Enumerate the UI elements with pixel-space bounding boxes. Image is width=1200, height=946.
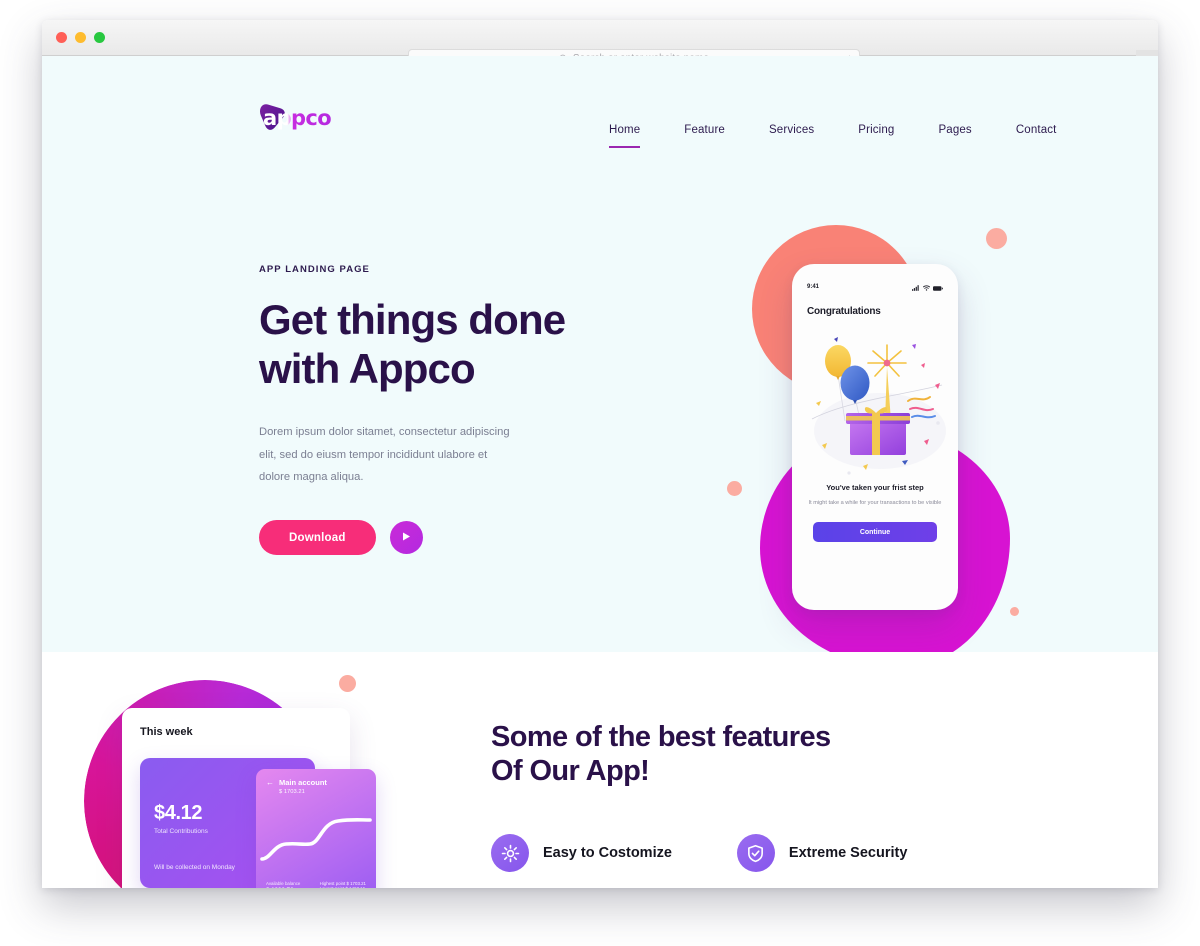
features-artwork: This week $4.12 Total Contributions Will… [66,670,396,888]
close-window-button[interactable] [56,32,67,43]
account-card-amount: $ 1703.21 [279,789,305,795]
decorative-dot-1 [986,228,1007,249]
logo-text: appco [263,106,332,130]
features-title-line1: Some of the best features [491,721,831,753]
browser-window: Search or enter website name + [42,20,1158,888]
phone-footer: You've taken your frist step It might ta… [792,483,958,543]
back-arrow-icon[interactable]: ← [266,778,274,787]
features-section: This week $4.12 Total Contributions Will… [42,652,1158,888]
hero-eyebrow: APP LANDING PAGE [259,264,370,275]
phone-status-bar: 9:41 [792,264,958,296]
phone-mockup: 9:41 Congratulations You've taken your f… [792,264,958,610]
battery-icon [933,278,943,296]
features-title: Some of the best features Of Our App! [491,720,1031,788]
week-card-title: This week [140,726,193,738]
celebration-illustration [792,323,958,483]
nav-item-contact[interactable]: Contact [994,118,1079,148]
phone-sub-text: It might take a while for your transacti… [808,500,942,506]
nav-item-pages[interactable]: Pages [916,118,993,148]
download-button[interactable]: Download [259,520,376,556]
minimize-window-button[interactable] [75,32,86,43]
site-logo[interactable]: appco [258,102,332,134]
hero-title-line2: with Appco [259,345,476,393]
signal-icon [912,278,920,296]
account-balance-stat: Available balance $ 1999.76 [266,881,300,888]
site-header: appco Home Feature Services Pricing Page… [42,56,1158,148]
account-balance-value: $ 1999.76 [266,887,300,888]
hero-actions: Download [259,520,589,556]
continue-button[interactable]: Continue [813,522,937,543]
account-points-stat: Highest point $ 1703.21 Lowest point $ 1… [320,881,366,888]
play-icon [401,530,411,545]
account-card-stats: Available balance $ 1999.76 Highest poin… [266,881,366,888]
account-lowest-point: Lowest point $ 1463.16 [320,886,366,888]
play-video-button[interactable] [389,521,423,555]
hero-section: appco Home Feature Services Pricing Page… [42,56,1158,652]
account-card-header: ← Main account [266,778,366,787]
hero-description: Dorem ipsum dolor sitamet, consectetur a… [259,426,510,484]
feature-label-security: Extreme Security [788,845,908,862]
decorative-dot-4 [339,675,356,692]
hero-title-line1: Get things done [259,296,566,343]
main-nav: Home Feature Services Pricing Pages Cont… [587,118,1079,148]
hero-artwork: 9:41 Congratulations You've taken your f… [682,196,1082,652]
decorative-dot-2 [727,481,742,496]
account-card-title: Main account [279,778,327,787]
feature-item-customize[interactable]: Easy to Costomize [491,834,672,873]
features-list: Easy to Costomize Extreme Security [491,834,1031,873]
feature-label-customize: Easy to Costomize [543,845,672,862]
decorative-dot-3 [1010,607,1019,616]
zoom-window-button[interactable] [94,32,105,43]
nav-item-services[interactable]: Services [747,118,836,148]
features-copy: Some of the best features Of Our App! Ea… [491,720,1031,873]
account-balance-label: Available balance [266,881,301,886]
hero-copy: APP LANDING PAGE Get things done with Ap… [259,264,589,556]
wifi-icon [923,278,930,296]
security-icon [736,834,775,873]
phone-time: 9:41 [807,284,820,290]
phone-sub-title: You've taken your frist step [826,483,924,492]
traffic-lights [56,32,105,43]
account-card: ← Main account $ 1703.21 Available balan… [256,769,376,888]
nav-item-pricing[interactable]: Pricing [836,118,916,148]
phone-status-icons [912,278,943,296]
phone-heading: Congratulations [807,306,881,317]
nav-item-feature[interactable]: Feature [662,118,747,148]
feature-item-security[interactable]: Extreme Security [736,834,908,873]
features-title-line2: Of Our App! [491,755,650,788]
nav-item-home[interactable]: Home [587,118,662,148]
browser-chrome: Search or enter website name + [42,20,1158,72]
page-title: Get things done with Appco [259,295,589,393]
account-line-chart [260,817,372,861]
page-viewport: appco Home Feature Services Pricing Page… [42,56,1158,888]
customize-icon [491,834,529,873]
